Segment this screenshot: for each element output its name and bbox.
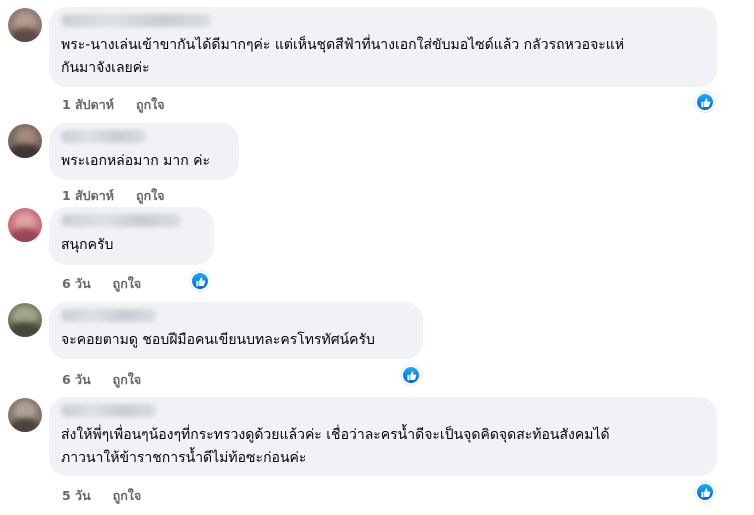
- thumbs-up-icon[interactable]: [695, 482, 715, 502]
- comment-text-line: ภาวนาให้ข้าราชการน้ำดีไม่ท้อซะก่อนค่ะ: [61, 450, 307, 466]
- comment-time[interactable]: 1 สัปดาห์: [62, 186, 114, 206]
- avatar[interactable]: [8, 124, 42, 158]
- author-name-blurred[interactable]: [61, 404, 156, 417]
- comment-meta: 1 สัปดาห์ ถูกใจ: [62, 95, 165, 115]
- avatar[interactable]: [8, 303, 42, 337]
- comment-meta: 5 วัน ถูกใจ: [62, 486, 141, 506]
- comment-bubble: พระเอกหล่อมาก มาก ค่ะ: [49, 123, 239, 180]
- author-name-blurred[interactable]: [61, 14, 211, 27]
- comment-text-line: พระ-นางเล่นเข้าขากันได้ดีมากๆค่ะ แต่เห็น…: [61, 37, 625, 53]
- comment-time[interactable]: 6 วัน: [62, 370, 91, 390]
- author-name-blurred[interactable]: [61, 309, 156, 322]
- like-button[interactable]: ถูกใจ: [113, 486, 142, 506]
- comment-time[interactable]: 5 วัน: [62, 486, 91, 506]
- comment-text-line: กันมาจังเลยค่ะ: [61, 60, 150, 76]
- comment-bubble: สนุกครับ: [49, 207, 214, 265]
- comment-text-line: จะคอยตามดู ชอบฝีมือคนเขียนบทละครโทรทัศน์…: [61, 332, 375, 348]
- comment-meta: 6 วัน ถูกใจ: [62, 370, 141, 390]
- comment-text-line: พระเอกหล่อมาก มาก ค่ะ: [61, 153, 211, 169]
- like-button[interactable]: ถูกใจ: [136, 186, 165, 206]
- comment-meta: 1 สัปดาห์ ถูกใจ: [62, 186, 165, 206]
- comment-bubble: จะคอยตามดู ชอบฝีมือคนเขียนบทละครโทรทัศน์…: [49, 302, 423, 359]
- thumbs-up-icon[interactable]: [695, 92, 715, 112]
- avatar[interactable]: [8, 398, 42, 432]
- like-button[interactable]: ถูกใจ: [113, 274, 142, 294]
- author-name-blurred[interactable]: [61, 130, 146, 143]
- author-name-blurred[interactable]: [61, 214, 181, 227]
- comment-bubble: พระ-นางเล่นเข้าขากันได้ดีมากๆค่ะ แต่เห็น…: [49, 7, 717, 87]
- comment-text-line: สนุกครับ: [61, 237, 114, 253]
- avatar[interactable]: [8, 208, 42, 242]
- comment-meta: 6 วัน ถูกใจ: [62, 274, 141, 294]
- like-button[interactable]: ถูกใจ: [113, 370, 142, 390]
- like-button[interactable]: ถูกใจ: [136, 95, 165, 115]
- thumbs-up-icon[interactable]: [401, 365, 421, 385]
- comment-time[interactable]: 1 สัปดาห์: [62, 95, 114, 115]
- comment-bubble: ส่งให้พี่ๆเพื่อนๆน้องๆที่กระทรวงดูด้วยแล…: [49, 397, 717, 476]
- comment-time[interactable]: 6 วัน: [62, 274, 91, 294]
- comment-text-line: ส่งให้พี่ๆเพื่อนๆน้องๆที่กระทรวงดูด้วยแล…: [61, 427, 610, 443]
- thumbs-up-icon[interactable]: [190, 271, 210, 291]
- avatar[interactable]: [8, 8, 42, 42]
